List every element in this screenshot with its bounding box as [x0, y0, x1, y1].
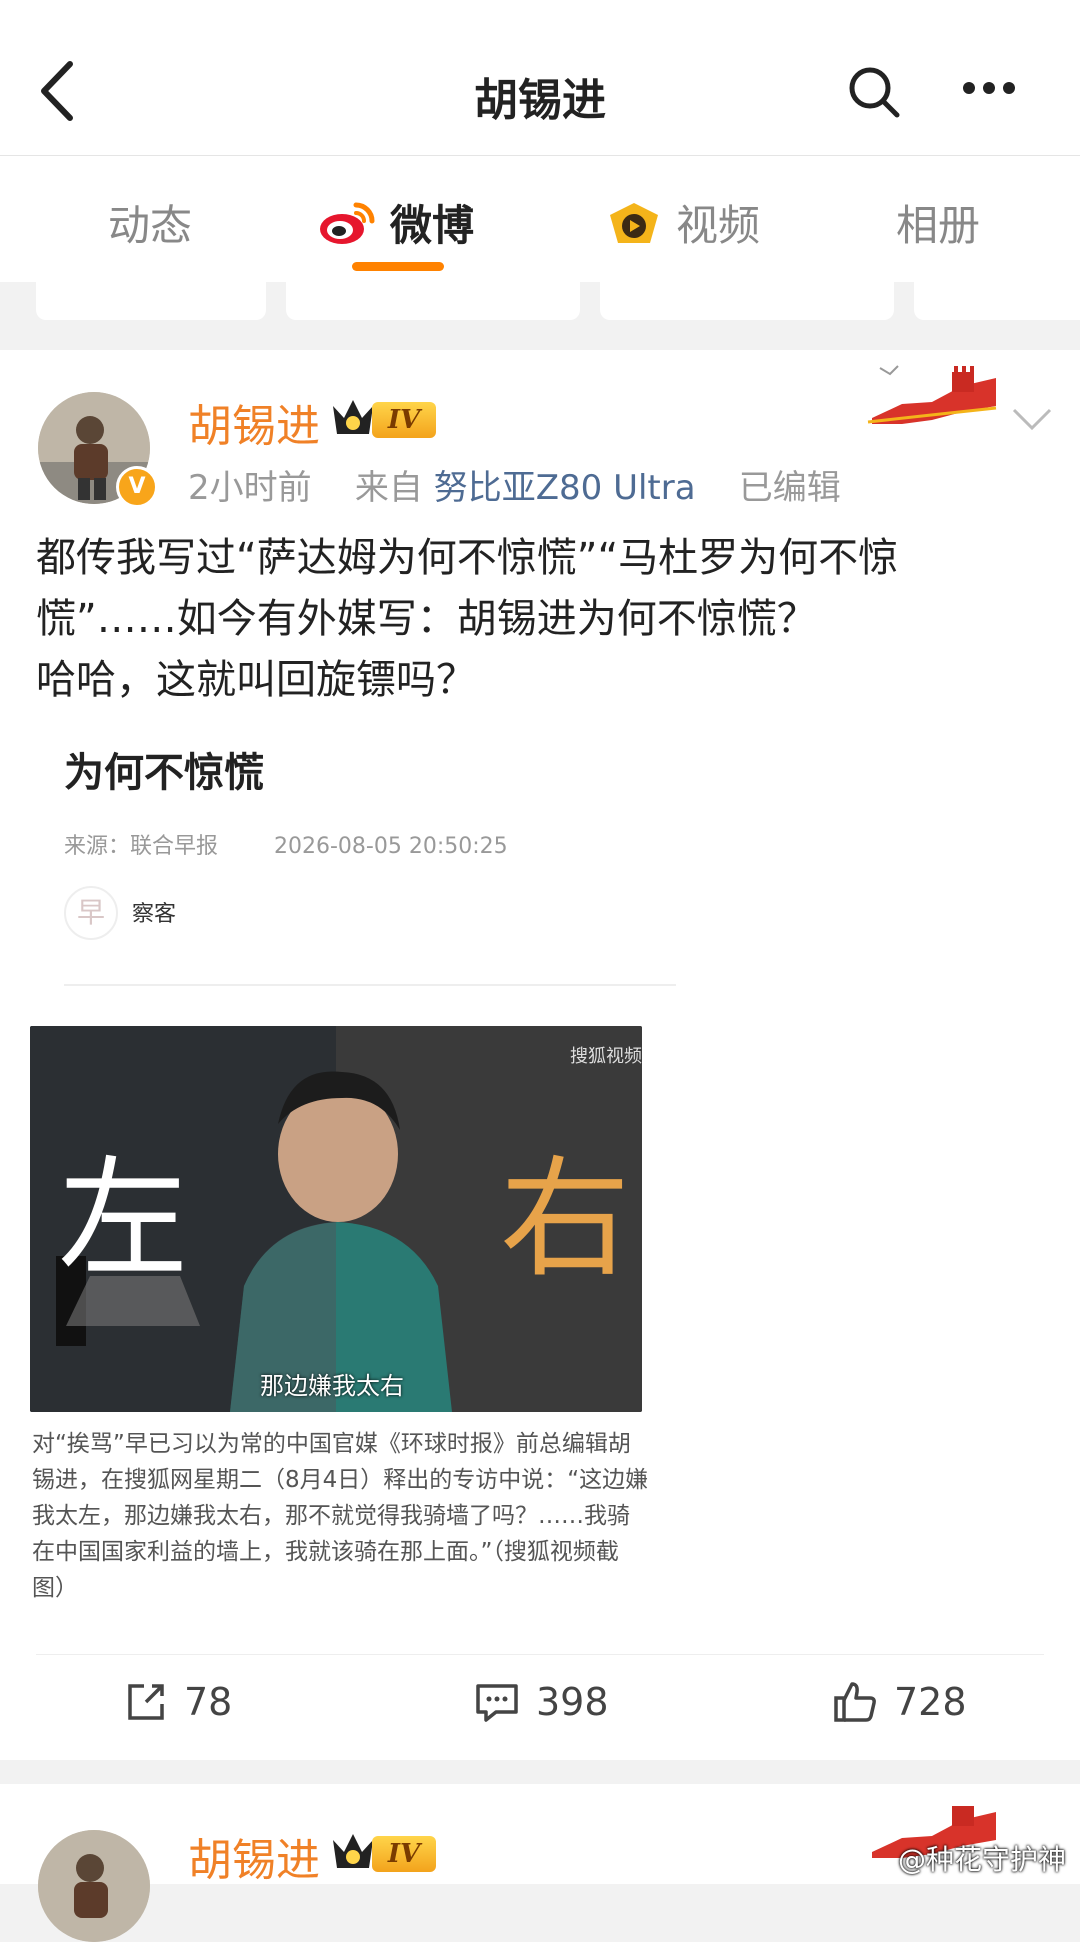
- post-text-line: 都传我写过“萨达姆为何不惊慌”“马杜罗为何不惊: [36, 535, 899, 581]
- article-divider: [64, 984, 676, 986]
- comment-count: 398: [536, 1680, 609, 1724]
- post-author-name[interactable]: 胡锡进: [188, 390, 320, 454]
- like-button[interactable]: 728: [832, 1680, 967, 1724]
- article-title: 为何不惊慌: [64, 750, 264, 796]
- photo-caption: 对“挨骂”早已习以为常的中国官媒《环球时报》前总编辑胡锡进，在搜狐网星期二（8月…: [32, 1431, 649, 1601]
- tab-dynamic[interactable]: 动态: [108, 192, 192, 253]
- tab-label: 视频: [676, 201, 761, 250]
- comment-icon: [474, 1680, 520, 1724]
- repost-button[interactable]: 78: [124, 1680, 232, 1724]
- tab-label: 相册: [896, 201, 981, 250]
- filter-chips: [0, 282, 1080, 350]
- article-meta: 来源：联合早报 2026-08-05 20:50:25: [64, 828, 508, 860]
- weibo-logo-icon: [318, 199, 376, 247]
- tab-weibo[interactable]: 微博: [318, 192, 474, 253]
- post-time: 2小时前: [188, 468, 312, 508]
- repost-count: 78: [184, 1680, 233, 1724]
- thumbs-up-icon: [832, 1680, 878, 1724]
- post-text-line: 哈哈，这就叫回旋镖吗？: [36, 657, 476, 703]
- filter-chip[interactable]: [36, 282, 266, 320]
- post-device[interactable]: 努比亚Z80 Ultra: [434, 468, 696, 508]
- crown-icon: [330, 394, 376, 438]
- photo-left-char: 左: [58, 1143, 189, 1295]
- action-divider: [36, 1654, 1044, 1655]
- filter-chip[interactable]: [286, 282, 580, 320]
- watermark: @种花守护神: [897, 1843, 1066, 1876]
- filter-chip[interactable]: [914, 282, 1080, 320]
- great-wall-decoration-icon: [862, 358, 1002, 428]
- post-text: 都传我写过“萨达姆为何不惊慌”“马杜罗为何不惊 慌”……如今有外媒写：胡锡进为何…: [36, 528, 1046, 711]
- filter-chip[interactable]: [600, 282, 894, 320]
- post-text-line: 慌”……如今有外媒写：胡锡进为何不惊慌？: [36, 596, 817, 642]
- search-icon[interactable]: [846, 64, 902, 120]
- crown-icon: [330, 1828, 376, 1872]
- share-icon: [124, 1680, 168, 1724]
- tab-video[interactable]: 视频: [606, 192, 760, 253]
- tab-album[interactable]: 相册: [896, 192, 980, 253]
- tab-label: 动态: [108, 201, 193, 250]
- avatar[interactable]: [38, 1830, 150, 1942]
- article-author: 察客: [132, 902, 177, 927]
- post-card: V 胡锡进 IV 2小时前 来自 努比亚Z80 Ultra 已编辑 都传我写过“…: [0, 350, 1080, 1760]
- more-icon[interactable]: [962, 80, 1016, 96]
- author-logo-icon: 早: [64, 886, 118, 940]
- top-bar: 胡锡进: [0, 0, 1080, 156]
- tab-label: 微博: [390, 201, 475, 250]
- photo-corner-logo: 搜狐视频: [570, 1046, 642, 1067]
- page-title: 胡锡进: [474, 75, 606, 126]
- like-count: 728: [894, 1680, 967, 1724]
- article-datetime: 2026-08-05 20:50:25: [273, 834, 508, 859]
- article-photo: 左 右 那边嫌我太右 搜狐视频: [30, 1026, 642, 1412]
- active-tab-indicator: [352, 262, 444, 271]
- next-post-author[interactable]: 胡锡进: [188, 1824, 320, 1888]
- photo-subtitle: 那边嫌我太右: [260, 1372, 404, 1400]
- post-edited[interactable]: 已编辑: [739, 468, 841, 508]
- chevron-down-icon[interactable]: [1010, 406, 1054, 432]
- article-source: 来源：联合早报: [64, 834, 219, 859]
- level-badge: IV: [372, 402, 436, 438]
- video-icon: [606, 199, 662, 247]
- post-meta: 2小时前 来自 努比亚Z80 Ultra 已编辑: [188, 460, 841, 509]
- photo-right-char: 右: [500, 1143, 631, 1295]
- profile-tabs: 动态 微博 视频 相册: [0, 156, 1080, 282]
- comment-button[interactable]: 398: [474, 1680, 609, 1724]
- post-from-prefix: 来自: [354, 468, 423, 508]
- level-badge: IV: [372, 1836, 436, 1872]
- verified-badge-icon: V: [116, 466, 158, 508]
